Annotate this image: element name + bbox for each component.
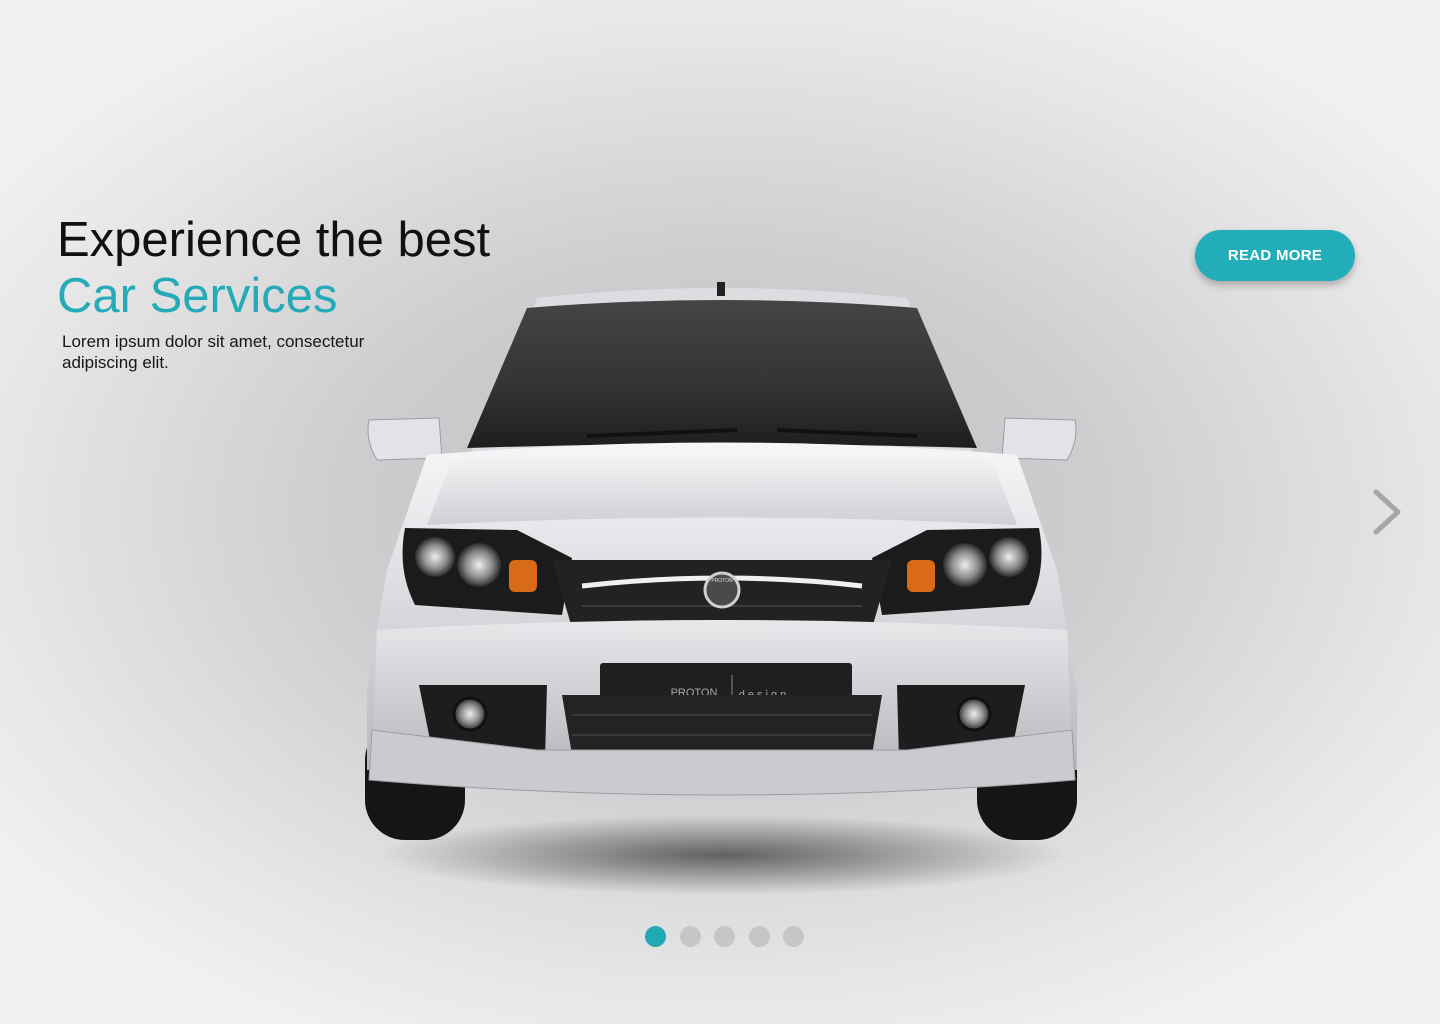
heading-line-1: Experience the best (57, 213, 491, 267)
next-slide-button[interactable] (1367, 484, 1407, 540)
chevron-right-icon (1373, 489, 1401, 535)
hero-slider: Experience the best Car Services Lorem i… (0, 0, 1440, 1024)
pagination-dot-5[interactable] (783, 926, 804, 947)
car-image: PROTON PROTON design (365, 282, 1077, 895)
carousel-pagination (645, 926, 804, 947)
badge-text: PROTON (711, 578, 733, 584)
pagination-dot-4[interactable] (748, 926, 770, 947)
pagination-dot-3[interactable] (714, 926, 735, 947)
pagination-dot-1[interactable] (645, 926, 666, 947)
pagination-dot-2[interactable] (679, 926, 701, 947)
read-more-button[interactable]: READ MORE (1195, 230, 1355, 281)
